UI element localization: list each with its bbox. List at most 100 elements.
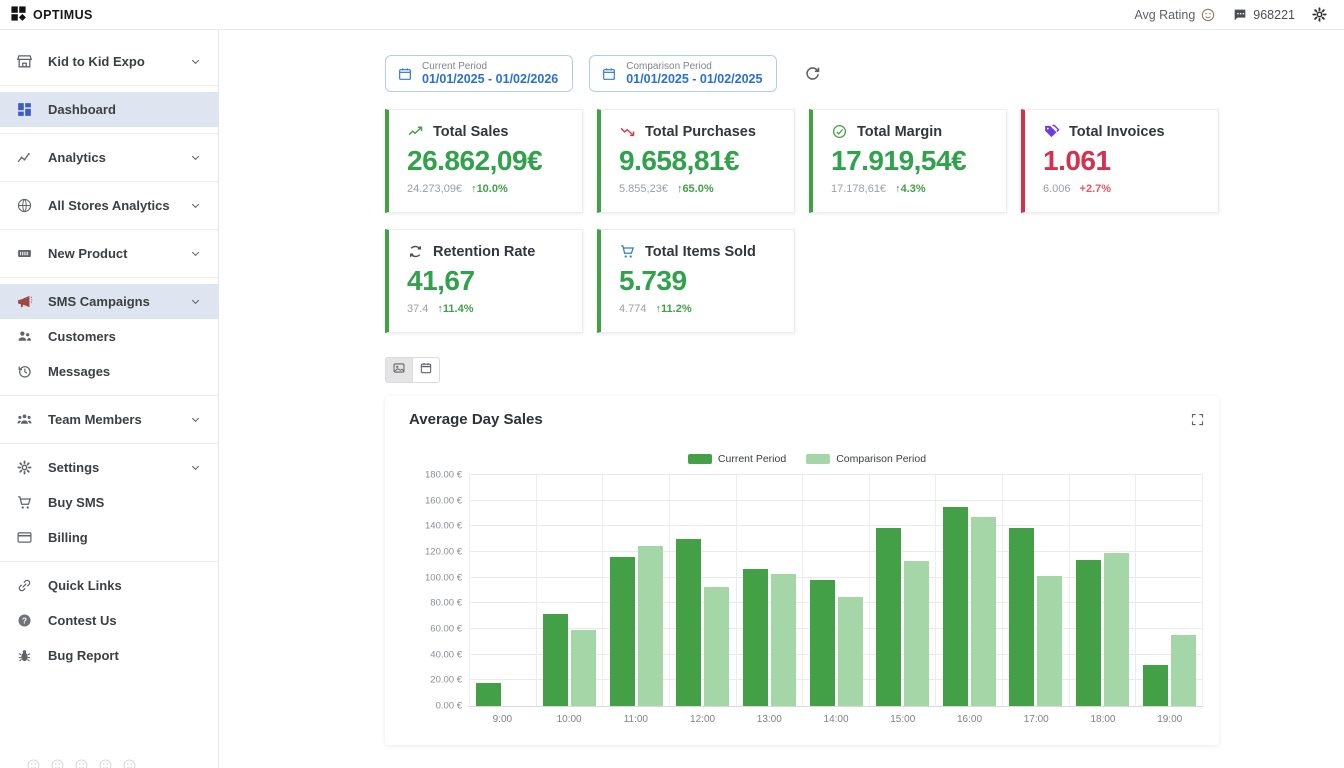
sidebar-item-billing[interactable]: Billing — [0, 520, 218, 555]
sidebar-item-sms-campaigns[interactable]: SMS Campaigns — [0, 284, 218, 319]
current-period-bar[interactable] — [543, 614, 568, 706]
sync-icon — [407, 243, 424, 260]
bar-group-19-00 — [1135, 475, 1203, 706]
view-toggles — [385, 357, 1344, 383]
sidebar-item-all-stores-analytics[interactable]: All Stores Analytics — [0, 188, 218, 223]
sidebar-item-label: Analytics — [48, 150, 106, 165]
chevron-down-icon — [189, 413, 202, 426]
y-axis-tick-label: 80.00 € — [430, 598, 462, 609]
sidebar-item-messages[interactable]: Messages — [0, 354, 218, 389]
kpi-change-badge: ↑11.4% — [437, 303, 473, 315]
sidebar-item-label: Team Members — [48, 412, 142, 427]
kpi-value: 5.739 — [619, 265, 780, 297]
comparison-period-bar[interactable] — [971, 517, 996, 706]
cart-icon — [16, 494, 34, 512]
comparison-period-bar[interactable] — [904, 561, 929, 706]
sidebar-item-analytics[interactable]: Analytics — [0, 140, 218, 175]
current-period-bar[interactable] — [1076, 560, 1101, 706]
average-day-sales-card: Average Day Sales Current Period Compari… — [385, 396, 1219, 745]
current-period-bar[interactable] — [676, 539, 701, 706]
comparison-period-bar[interactable] — [1171, 635, 1196, 706]
legend-current-period[interactable]: Current Period — [688, 453, 786, 465]
comparison-period-bar[interactable] — [838, 597, 863, 706]
comparison-period-picker[interactable]: Comparison Period 01/01/2025 - 01/02/202… — [589, 55, 777, 92]
sidebar-item-quick-links[interactable]: Quick Links — [0, 568, 218, 603]
kpi-previous-value: 37.4 — [407, 303, 428, 315]
legend-swatch-current — [688, 454, 712, 464]
comparison-period-bar[interactable] — [1037, 576, 1062, 706]
refresh-button[interactable] — [803, 64, 822, 83]
current-period-bar[interactable] — [1143, 665, 1168, 706]
comparison-period-bar[interactable] — [771, 574, 796, 706]
kpi-card-total-items-sold: Total Items Sold5.7394.774↑11.2% — [597, 229, 795, 333]
bar-group-9-00 — [469, 475, 536, 706]
sidebar: Kid to Kid Expo Dashboard Analytics All Sto… — [0, 30, 219, 768]
sidebar-item-label: Bug Report — [48, 648, 119, 663]
current-period-bar[interactable] — [743, 569, 768, 706]
x-axis-tick-label: 19:00 — [1136, 714, 1203, 725]
sidebar-item-label: Settings — [48, 460, 99, 475]
divider — [0, 443, 218, 444]
sidebar-item-buy-sms[interactable]: Buy SMS — [0, 485, 218, 520]
kpi-previous-value: 4.774 — [619, 303, 647, 315]
settings-button[interactable] — [1311, 6, 1328, 23]
y-axis-tick-label: 120.00 € — [425, 547, 462, 558]
trend-up-icon — [407, 123, 424, 140]
chart-plot: 0.00 €20.00 €40.00 €60.00 €80.00 €100.00… — [469, 475, 1203, 707]
bug-icon — [16, 647, 34, 665]
sidebar-item-customers[interactable]: Customers — [0, 319, 218, 354]
kpi-value: 9.658,81€ — [619, 145, 780, 177]
current-period-bar[interactable] — [1009, 528, 1034, 706]
kpi-title: Total Items Sold — [645, 244, 756, 260]
comparison-period-bar[interactable] — [704, 587, 729, 706]
bar-group-14-00 — [802, 475, 869, 706]
sidebar-item-label: Dashboard — [48, 102, 116, 117]
current-period-picker[interactable]: Current Period 01/01/2025 - 01/02/2026 — [385, 55, 573, 92]
x-axis-tick-label: 16:00 — [936, 714, 1003, 725]
current-period-bar[interactable] — [810, 580, 835, 706]
current-period-bar[interactable] — [943, 507, 968, 706]
smiley-face-icon[interactable] — [98, 758, 113, 768]
bar-group-12-00 — [669, 475, 736, 706]
comparison-period-bar[interactable] — [1104, 553, 1129, 706]
x-axis-tick-label: 17:00 — [1003, 714, 1070, 725]
expand-icon[interactable] — [1190, 412, 1205, 427]
y-axis-tick-label: 60.00 € — [430, 624, 462, 635]
kpi-value: 1.061 — [1043, 145, 1204, 177]
smiley-face-icon[interactable] — [50, 758, 65, 768]
kpi-change-badge: ↑65.0% — [677, 183, 714, 195]
current-period-bar[interactable] — [876, 528, 901, 706]
smiley-face-icon[interactable] — [26, 758, 41, 768]
kpi-previous-value: 6.006 — [1043, 183, 1071, 195]
legend-comparison-period[interactable]: Comparison Period — [806, 453, 926, 465]
sidebar-item-new-product[interactable]: New Product — [0, 236, 218, 271]
image-icon — [392, 361, 406, 380]
bar-group-15-00 — [869, 475, 936, 706]
chevron-down-icon — [189, 199, 202, 212]
sidebar-item-contest-us[interactable]: ?Contest Us — [0, 603, 218, 638]
sidebar-item-settings[interactable]: Settings — [0, 450, 218, 485]
chat-icon — [1232, 7, 1248, 23]
chart-x-axis: 9:0010:0011:0012:0013:0014:0015:0016:001… — [469, 714, 1203, 725]
kpi-card-total-invoices: Total Invoices1.0616.006+2.7% — [1021, 109, 1219, 213]
divider — [0, 277, 218, 278]
sidebar-item-kid-to-kid-expo[interactable]: Kid to Kid Expo — [0, 44, 218, 79]
check-circle-icon — [831, 123, 848, 140]
team-icon — [16, 411, 34, 429]
smiley-face-icon[interactable] — [74, 758, 89, 768]
sidebar-item-team-members[interactable]: Team Members — [0, 402, 218, 437]
comparison-period-bar[interactable] — [571, 630, 596, 706]
current-period-bar[interactable] — [476, 683, 501, 706]
sidebar-item-dashboard[interactable]: Dashboard — [0, 92, 218, 127]
avg-rating[interactable]: Avg Rating — [1134, 7, 1216, 23]
help-icon: ? — [16, 612, 34, 630]
toggle-view-calendar-button[interactable] — [412, 357, 440, 383]
smiley-icon — [1200, 7, 1216, 23]
toggle-view-chart-button[interactable] — [385, 357, 413, 383]
messages-count: 968221 — [1253, 8, 1295, 22]
sidebar-item-bug-report[interactable]: Bug Report — [0, 638, 218, 673]
current-period-bar[interactable] — [610, 557, 635, 706]
messages-indicator[interactable]: 968221 — [1232, 7, 1295, 23]
comparison-period-bar[interactable] — [638, 546, 663, 706]
smiley-face-icon[interactable] — [122, 758, 137, 768]
